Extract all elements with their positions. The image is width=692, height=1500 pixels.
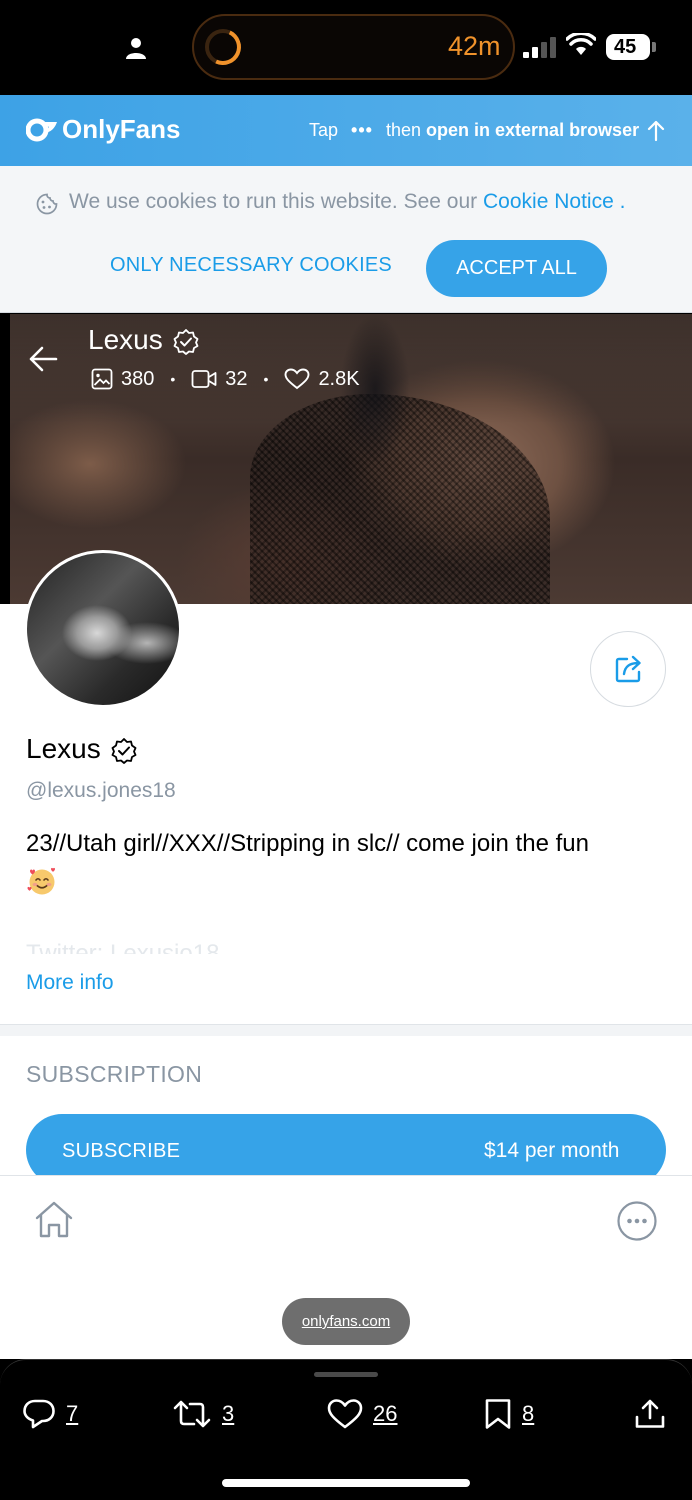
- retweet-count: 3: [222, 1401, 235, 1426]
- battery-icon: 45: [606, 34, 650, 60]
- photo-count: 380: [121, 367, 155, 390]
- cover-name: Lexus: [88, 324, 163, 355]
- cookie-icon: [36, 193, 58, 215]
- share-button[interactable]: [590, 631, 666, 707]
- accept-all-button[interactable]: ACCEPT ALL: [426, 240, 607, 297]
- bookmark-icon: [485, 1399, 511, 1429]
- hint-tap: Tap: [309, 120, 339, 140]
- brand-name: OnlyFans: [62, 114, 181, 144]
- battery-cap: [652, 42, 656, 52]
- bookmark-count: 8: [522, 1401, 535, 1426]
- separator-dot: •: [170, 371, 176, 387]
- only-necessary-cookies-button[interactable]: ONLY NECESSARY COOKIES: [110, 254, 392, 277]
- cover-stats: 380 • 32 • 2.8K: [91, 366, 360, 392]
- back-arrow-icon[interactable]: [28, 345, 58, 373]
- arrow-up-icon: [647, 120, 665, 142]
- home-indicator[interactable]: [222, 1479, 470, 1487]
- bookmark-button[interactable]: 8: [484, 1398, 534, 1430]
- reply-button[interactable]: 7: [22, 1398, 78, 1430]
- like-button[interactable]: 26: [327, 1398, 397, 1430]
- cookie-period: .: [619, 190, 626, 213]
- dots-icon: •••: [351, 120, 373, 140]
- url-pill[interactable]: onlyfans.com: [282, 1298, 410, 1345]
- profile-name: Lexus: [26, 733, 101, 764]
- photo-icon: [91, 368, 113, 390]
- separator-dot: •: [263, 371, 269, 387]
- signal-icon: [523, 36, 561, 58]
- avatar[interactable]: [24, 550, 182, 708]
- reply-count: 7: [66, 1401, 79, 1426]
- video-icon: [191, 370, 217, 388]
- sheet-grabber[interactable]: [314, 1372, 378, 1377]
- cookie-notice-link[interactable]: Cookie Notice: [483, 190, 614, 213]
- cookie-text: We use cookies to run this website. See …: [69, 190, 625, 214]
- smiling-face-with-hearts-icon: [27, 867, 55, 895]
- profile-bio: 23//Utah girl//XXX//Stripping in slc// c…: [26, 830, 589, 857]
- verified-badge-icon: [173, 329, 199, 355]
- more-info-link[interactable]: More info: [26, 971, 114, 995]
- external-browser-hint[interactable]: Tap ••• then open in external browser: [309, 120, 639, 141]
- wifi-icon: [566, 33, 596, 55]
- person-icon: [126, 38, 146, 59]
- profile-faded-text: Twitter: Lexusjo18: [26, 940, 220, 954]
- subscribe-button-label: SUBSCRIBE: [62, 1140, 181, 1162]
- retweet-button[interactable]: 3: [172, 1398, 234, 1430]
- heart-icon: [327, 1399, 363, 1429]
- subscription-title: SUBSCRIPTION: [26, 1061, 203, 1087]
- more-options-icon[interactable]: [616, 1200, 658, 1242]
- share-icon: [615, 655, 641, 683]
- share-tweet-icon[interactable]: [634, 1398, 666, 1430]
- retweet-icon: [173, 1400, 211, 1428]
- video-count: 32: [225, 367, 248, 390]
- status-time: 4:18: [62, 28, 125, 61]
- section-divider: [0, 1024, 692, 1036]
- hint-then: then: [385, 120, 422, 140]
- home-icon[interactable]: [32, 1198, 76, 1242]
- onlyfans-logo-icon: [26, 118, 57, 142]
- heart-icon: [284, 368, 310, 390]
- subscribe-price: $14 per month: [484, 1139, 620, 1162]
- reply-icon: [23, 1399, 55, 1429]
- like-count: 26: [373, 1401, 398, 1426]
- timer-text: 42m: [448, 31, 501, 61]
- profile-handle: @lexus.jones18: [26, 779, 176, 802]
- cookie-message: We use cookies to run this website. See …: [69, 190, 478, 213]
- hint-action: open in external browser: [426, 120, 640, 140]
- likes-count: 2.8K: [318, 367, 360, 390]
- verified-badge-icon: [111, 738, 137, 764]
